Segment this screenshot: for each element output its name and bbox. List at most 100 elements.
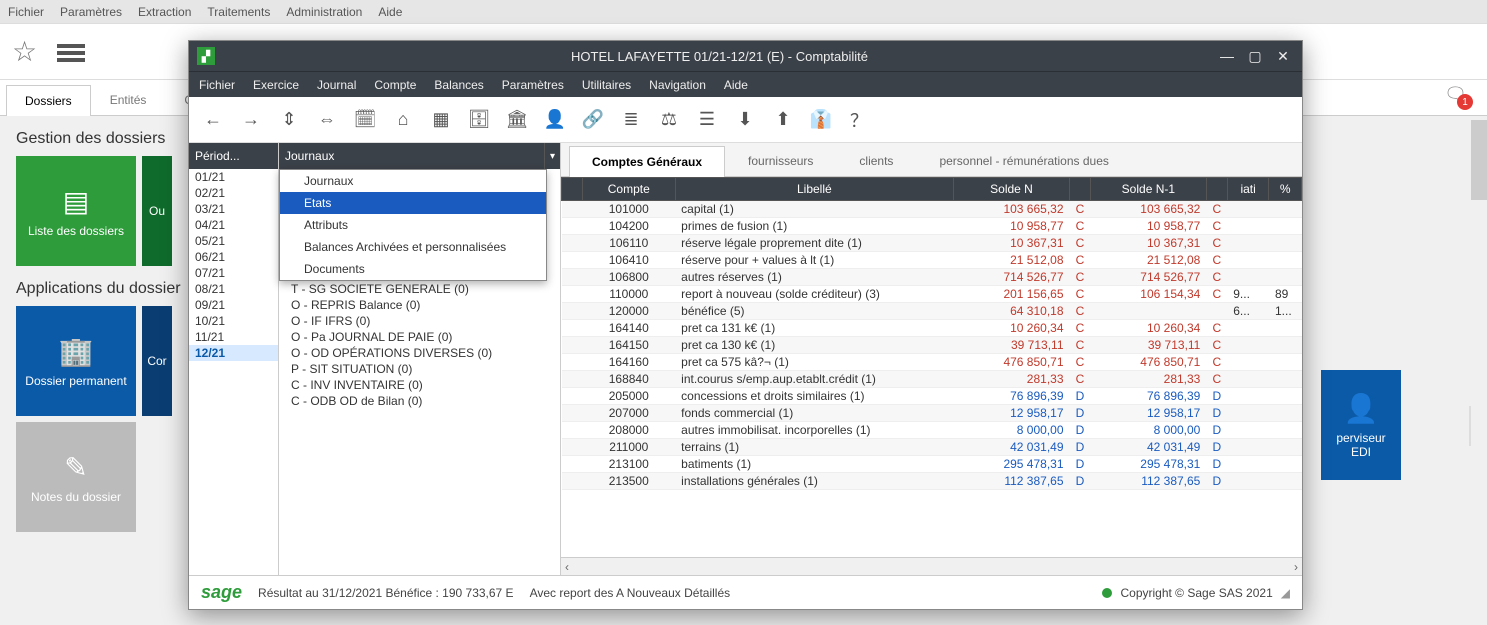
table-row[interactable]: 168840int.courus s/emp.aup.etablt.crédit… bbox=[562, 371, 1302, 388]
outer-tab-dossiers[interactable]: Dossiers bbox=[6, 85, 91, 116]
table-row[interactable]: 164140pret ca 131 k€ (1)10 260,34C10 260… bbox=[562, 320, 1302, 337]
table-row[interactable]: 106800autres réserves (1)714 526,77C714 … bbox=[562, 269, 1302, 286]
window-titlebar[interactable]: ▞ HOTEL LAFAYETTE 01/21-12/21 (E) - Comp… bbox=[189, 41, 1302, 71]
dropdown-item[interactable]: Documents bbox=[280, 258, 546, 280]
modal-menu-item[interactable]: Navigation bbox=[649, 78, 706, 92]
dropdown-item[interactable]: Balances Archivées et personnalisées bbox=[280, 236, 546, 258]
tab-personnel[interactable]: personnel - rémunérations dues bbox=[916, 145, 1131, 176]
upload-icon[interactable]: ⬆ bbox=[769, 106, 797, 134]
column-header[interactable]: Solde N-1 bbox=[1090, 178, 1206, 201]
stack-icon[interactable]: ≣ bbox=[617, 106, 645, 134]
table-row[interactable]: 164160pret ca 575 kâ?¬ (1)476 850,71C476… bbox=[562, 354, 1302, 371]
table-row[interactable]: 213100batiments (1)295 478,31D295 478,31… bbox=[562, 456, 1302, 473]
home-icon[interactable]: ⌂ bbox=[389, 106, 417, 134]
outer-menu-item[interactable]: Fichier bbox=[8, 5, 44, 19]
period-item[interactable]: 01/21 bbox=[189, 169, 278, 185]
modal-menu-item[interactable]: Journal bbox=[317, 78, 356, 92]
period-item[interactable]: 06/21 bbox=[189, 249, 278, 265]
outer-menu-item[interactable]: Administration bbox=[286, 5, 362, 19]
table-row[interactable]: 106110réserve légale proprement dite (1)… bbox=[562, 235, 1302, 252]
link-icon[interactable]: 🔗 bbox=[579, 106, 607, 134]
close-button[interactable]: ✕ bbox=[1272, 45, 1294, 67]
modal-menu-item[interactable]: Utilitaires bbox=[582, 78, 631, 92]
journal-item[interactable]: O - Pa JOURNAL DE PAIE (0) bbox=[279, 329, 560, 345]
outer-menu-item[interactable]: Aide bbox=[378, 5, 402, 19]
table-row[interactable]: 211000terrains (1)42 031,49D42 031,49D bbox=[562, 439, 1302, 456]
list-icon[interactable] bbox=[57, 41, 85, 63]
column-header[interactable]: Compte bbox=[582, 178, 675, 201]
tile-superviseur-edi[interactable]: 👤 perviseur EDI bbox=[1321, 370, 1401, 480]
period-item[interactable]: 02/21 bbox=[189, 185, 278, 201]
outer-menu-item[interactable]: Paramètres bbox=[60, 5, 122, 19]
column-header[interactable] bbox=[1206, 178, 1227, 201]
period-item[interactable]: 07/21 bbox=[189, 265, 278, 281]
tab-comptes-generaux[interactable]: Comptes Généraux bbox=[569, 146, 725, 177]
tab-fournisseurs[interactable]: fournisseurs bbox=[725, 145, 836, 176]
dropdown-item[interactable]: Journaux bbox=[280, 170, 546, 192]
help-icon[interactable]: ？ bbox=[845, 106, 873, 134]
journaux-dropdown-toggle[interactable]: ▾ bbox=[544, 143, 560, 169]
period-item[interactable]: 11/21 bbox=[189, 329, 278, 345]
horizontal-scrollbar[interactable]: ‹› bbox=[561, 557, 1302, 575]
table-row[interactable]: 106410réserve pour + values à lt (1)21 5… bbox=[562, 252, 1302, 269]
resize-grip-icon[interactable]: ◢ bbox=[1281, 586, 1290, 600]
period-header[interactable]: Périod... bbox=[189, 143, 278, 169]
journal-item[interactable]: O - IF IFRS (0) bbox=[279, 313, 560, 329]
grid-icon[interactable]: ▦ bbox=[427, 106, 455, 134]
modal-menu-item[interactable]: Fichier bbox=[199, 78, 235, 92]
period-item[interactable]: 12/21 bbox=[189, 345, 278, 361]
column-header[interactable]: Solde N bbox=[954, 178, 1070, 201]
outer-menu-item[interactable]: Extraction bbox=[138, 5, 191, 19]
period-item[interactable]: 05/21 bbox=[189, 233, 278, 249]
hierarchy-icon[interactable]: 🗄 bbox=[465, 106, 493, 134]
period-item[interactable]: 09/21 bbox=[189, 297, 278, 313]
table-row[interactable]: 205000concessions et droits similaires (… bbox=[562, 388, 1302, 405]
journal-item[interactable]: C - ODB OD de Bilan (0) bbox=[279, 393, 560, 409]
table-row[interactable]: 208000autres immobilisat. incorporelles … bbox=[562, 422, 1302, 439]
calendar-icon[interactable]: 🗓 bbox=[351, 106, 379, 134]
download-icon[interactable]: ⬇ bbox=[731, 106, 759, 134]
minimize-button[interactable]: — bbox=[1216, 45, 1238, 67]
modal-menu-item[interactable]: Aide bbox=[724, 78, 748, 92]
back-icon[interactable]: ← bbox=[199, 106, 227, 134]
period-item[interactable]: 04/21 bbox=[189, 217, 278, 233]
notifications[interactable]: 🗨 1 bbox=[1444, 84, 1467, 105]
tile-notes-dossier[interactable]: ✎ Notes du dossier bbox=[16, 422, 136, 532]
period-item[interactable]: 10/21 bbox=[189, 313, 278, 329]
forward-icon[interactable]: → bbox=[237, 106, 265, 134]
column-header[interactable]: Libellé bbox=[675, 178, 953, 201]
tile-dossier-permanent[interactable]: 🏢 Dossier permanent bbox=[16, 306, 136, 416]
journal-item[interactable]: O - OD OPÉRATIONS DIVERSES (0) bbox=[279, 345, 560, 361]
outer-tab-entites[interactable]: Entités bbox=[91, 84, 166, 115]
journaux-header[interactable]: Journaux bbox=[279, 143, 544, 169]
table-row[interactable]: 120000bénéfice (5)64 310,18C6...1... bbox=[562, 303, 1302, 320]
tab-clients[interactable]: clients bbox=[836, 145, 916, 176]
table-row[interactable]: 110000report à nouveau (solde créditeur)… bbox=[562, 286, 1302, 303]
list-icon[interactable]: ☰ bbox=[693, 106, 721, 134]
modal-menu-item[interactable]: Paramètres bbox=[502, 78, 564, 92]
collapse-icon[interactable]: ⇕ bbox=[275, 106, 303, 134]
bank-icon[interactable]: 🏛 bbox=[503, 106, 531, 134]
modal-menu-item[interactable]: Exercice bbox=[253, 78, 299, 92]
modal-menu-item[interactable]: Balances bbox=[434, 78, 483, 92]
table-row[interactable]: 207000fonds commercial (1)12 958,17D12 9… bbox=[562, 405, 1302, 422]
modal-menu-item[interactable]: Compte bbox=[374, 78, 416, 92]
tile-liste-dossiers[interactable]: ▤ Liste des dossiers bbox=[16, 156, 136, 266]
period-item[interactable]: 03/21 bbox=[189, 201, 278, 217]
vertical-scrollbar[interactable] bbox=[1471, 116, 1487, 616]
column-header[interactable]: iati bbox=[1227, 178, 1269, 201]
table-row[interactable]: 164150pret ca 130 k€ (1)39 713,11C39 713… bbox=[562, 337, 1302, 354]
journal-item[interactable]: T - SG SOCIETE GENERALE (0) bbox=[279, 281, 560, 297]
journal-item[interactable]: O - REPRIS Balance (0) bbox=[279, 297, 560, 313]
column-header[interactable] bbox=[1070, 178, 1091, 201]
period-item[interactable]: 08/21 bbox=[189, 281, 278, 297]
contact-icon[interactable]: 👤 bbox=[541, 106, 569, 134]
split-icon[interactable]: ⇔ bbox=[313, 106, 341, 134]
maximize-button[interactable]: ▢ bbox=[1244, 45, 1266, 67]
dropdown-item[interactable]: Etats bbox=[280, 192, 546, 214]
tile-cor[interactable]: Cor bbox=[142, 306, 172, 416]
table-row[interactable]: 104200primes de fusion (1)10 958,77C10 9… bbox=[562, 218, 1302, 235]
accounts-table-wrap[interactable]: CompteLibelléSolde NSolde N-1iati% 10100… bbox=[561, 177, 1302, 557]
journal-item[interactable]: P - SIT SITUATION (0) bbox=[279, 361, 560, 377]
balance-icon[interactable]: ⚖ bbox=[655, 106, 683, 134]
